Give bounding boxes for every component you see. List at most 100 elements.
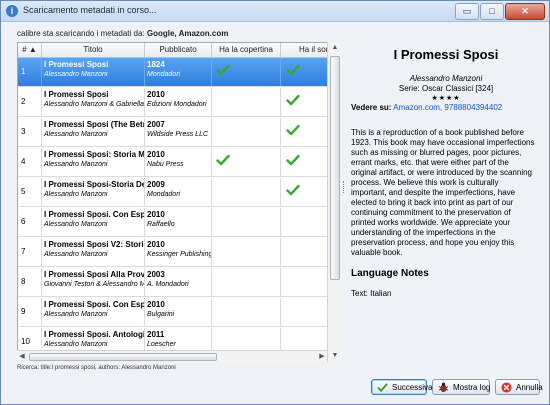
row-author: Alessandro Manzoni <box>44 341 108 348</box>
close-button[interactable]: ✕ <box>505 3 545 20</box>
row-number: 1 <box>18 58 42 86</box>
title-cell: I Promessi Sposi Alessandro Manzoni <box>42 58 145 86</box>
language-notes-text: Text: Italian <box>351 289 392 298</box>
maximize-button[interactable]: □ <box>480 3 504 20</box>
row-year: 2010 <box>147 300 165 309</box>
row-author: Alessandro Manzoni <box>44 311 108 318</box>
published-cell: 2010 Edizioni Mondadori <box>145 88 212 116</box>
row-number: 3 <box>18 118 42 146</box>
cover-cell <box>212 298 281 326</box>
published-cell: 2010 Kessinger Publishing <box>145 238 212 266</box>
column-header-pubblicato[interactable]: Pubblicato <box>145 43 212 57</box>
scroll-down-icon[interactable]: ▼ <box>328 350 342 362</box>
vertical-scrollbar[interactable]: ▲ ▼ <box>327 42 342 362</box>
book-author: Alessandro Manzoni <box>409 74 483 83</box>
row-year: 2003 <box>147 270 165 279</box>
published-cell: 2009 Mondadori <box>145 178 212 206</box>
table-row[interactable]: 7I Promessi Sposi V2: Storia I Alessandro… <box>18 238 341 267</box>
row-publisher: Loescher <box>147 341 176 348</box>
scroll-right-icon[interactable]: ▶ <box>317 351 327 363</box>
table-row[interactable]: 6I Promessi Sposi. Con Espan Alessandro M… <box>18 208 341 237</box>
row-number: 9 <box>18 298 42 326</box>
row-author: Alessandro Manzoni <box>44 161 108 168</box>
show-log-button[interactable]: Mostra log <box>432 379 490 395</box>
column-header-titolo[interactable]: Titolo <box>42 43 145 57</box>
row-year: 2007 <box>147 120 165 129</box>
row-author: Alessandro Manzoni <box>44 71 108 78</box>
title-bar[interactable]: i Scaricamento metadati in corso... ▭ □ … <box>1 1 549 22</box>
next-button[interactable]: Successiva <box>371 379 432 395</box>
row-author: Alessandro Manzoni <box>44 221 108 228</box>
row-author: Alessandro Manzoni <box>44 191 108 198</box>
status-prefix: calibre sta scaricando i metadati da: <box>17 29 145 38</box>
row-publisher: Raffaello <box>147 221 175 228</box>
title-cell: I Promessi Sposi. Con Espan Alessandro Ma… <box>42 208 145 236</box>
row-title: I Promessi Sposi. Antologia. <box>44 330 145 339</box>
cancel-button[interactable]: Annulla <box>495 379 543 395</box>
summary-check-icon <box>286 64 300 76</box>
cover-cell <box>212 238 281 266</box>
pane-splitter-handle[interactable] <box>343 181 346 193</box>
vertical-scroll-thumb[interactable] <box>330 56 340 280</box>
next-button-label: Successiva <box>392 383 433 392</box>
title-cell: I Promessi Sposi. Con Espan Alessandro Ma… <box>42 298 145 326</box>
row-year: 2010 <box>147 240 165 249</box>
see-on-links[interactable]: Amazon.com, 9788804394402 <box>393 103 502 112</box>
row-year: 1824 <box>147 60 165 69</box>
published-cell: 2010 Nabu Press <box>145 148 212 176</box>
table-header: # ▲ Titolo Pubblicato Ha la copertina Ha… <box>18 43 341 58</box>
table-row[interactable]: 2I Promessi Sposi Alessandro Manzoni & Ga… <box>18 88 341 117</box>
horizontal-scrollbar[interactable]: ◀ ▶ <box>17 350 327 363</box>
book-description: This is a reproduction of a book publish… <box>351 128 535 257</box>
row-publisher: Wildside Press LLC <box>147 131 209 138</box>
cover-cell <box>212 118 281 146</box>
info-icon: i <box>6 5 18 17</box>
published-cell: 2003 A. Mondadori <box>145 268 212 296</box>
window-title: Scaricamento metadati in corso... <box>23 5 157 15</box>
row-author: Alessandro Manzoni <box>44 251 108 258</box>
row-publisher: Kessinger Publishing <box>147 251 212 258</box>
published-cell: 2010 Bulgarini <box>145 298 212 326</box>
cancel-button-label: Annulla <box>516 383 543 392</box>
see-on-label: Vedere su: <box>351 103 392 112</box>
row-year: 2009 <box>147 180 165 189</box>
cover-cell <box>212 88 281 116</box>
table-row[interactable]: 3I Promessi Sposi (The Betro Alessandro M… <box>18 118 341 147</box>
status-sources: Google, Amazon.com <box>146 29 229 38</box>
row-publisher: Mondadori <box>147 191 181 198</box>
table-row[interactable]: 8I Promessi Sposi Alla Prova: Giovanni Te… <box>18 268 341 297</box>
horizontal-scroll-thumb[interactable] <box>29 353 217 361</box>
row-title: I Promessi Sposi. Con Espan <box>44 300 145 309</box>
row-title: I Promessi Sposi: Storia Mila <box>44 150 145 159</box>
scroll-left-icon[interactable]: ◀ <box>17 351 27 363</box>
row-year: 2010 <box>147 210 165 219</box>
row-publisher: Nabu Press <box>147 161 184 168</box>
column-header-num[interactable]: # ▲ <box>18 43 42 57</box>
table-row[interactable]: 9I Promessi Sposi. Con Espan Alessandro M… <box>18 298 341 327</box>
summary-check-icon <box>286 124 300 136</box>
table-row[interactable]: 5I Promessi Sposi-Storia Dell Alessandro … <box>18 178 341 207</box>
row-number: 5 <box>18 178 42 206</box>
title-cell: I Promessi Sposi Alessandro Manzoni & Gab… <box>42 88 145 116</box>
title-cell: I Promessi Sposi-Storia Dell Alessandro M… <box>42 178 145 206</box>
table-row[interactable]: 1I Promessi Sposi Alessandro Manzoni 1824 M… <box>18 58 341 87</box>
row-title: I Promessi Sposi. Con Espan <box>44 210 145 219</box>
show-log-label: Mostra log <box>453 383 491 392</box>
column-header-copertina[interactable]: Ha la copertina <box>212 43 281 57</box>
row-publisher: Bulgarini <box>147 311 175 318</box>
row-number: 6 <box>18 208 42 236</box>
cover-cell <box>212 268 281 296</box>
summary-check-icon <box>286 154 300 166</box>
cancel-icon <box>501 382 512 393</box>
see-on-line: Vedere su: Amazon.com, 9788804394402 <box>351 103 541 112</box>
table-row[interactable]: 4I Promessi Sposi: Storia Mila Alessandro… <box>18 148 341 177</box>
bug-icon <box>438 382 449 393</box>
row-title: I Promessi Sposi <box>44 60 109 69</box>
minimize-button[interactable]: ▭ <box>455 3 479 20</box>
book-title: I Promessi Sposi <box>393 47 499 62</box>
title-cell: I Promessi Sposi Alla Prova: Giovanni Tes… <box>42 268 145 296</box>
scroll-up-icon[interactable]: ▲ <box>328 42 342 54</box>
published-cell: 2010 Raffaello <box>145 208 212 236</box>
row-author: Giovanni Testori & Alessandro M <box>44 281 145 288</box>
row-year: 2011 <box>147 330 165 339</box>
